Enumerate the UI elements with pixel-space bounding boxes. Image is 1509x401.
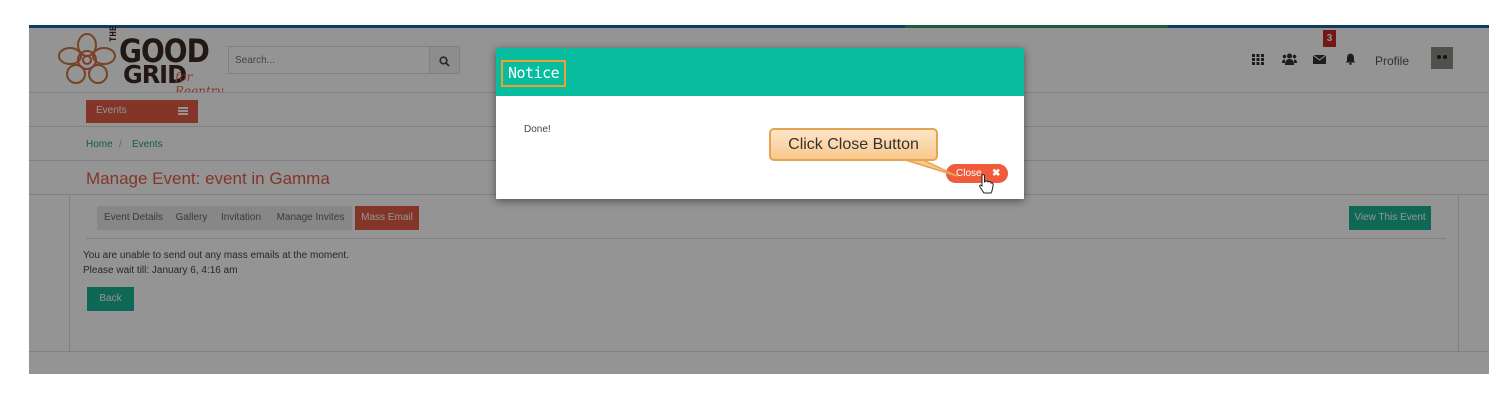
- close-button[interactable]: Close ✖: [946, 164, 1008, 183]
- dialog-message: Done!: [524, 124, 551, 135]
- instruction-callout: Click Close Button: [769, 128, 938, 161]
- hand-cursor-icon: [979, 174, 994, 194]
- dialog-header: Notice: [496, 48, 1024, 96]
- app-window: THE GOOD GRID for Reentry 3 Profile: [29, 25, 1489, 374]
- dialog-title: Notice: [501, 60, 567, 87]
- notice-dialog: Notice Done! Close ✖: [496, 48, 1024, 199]
